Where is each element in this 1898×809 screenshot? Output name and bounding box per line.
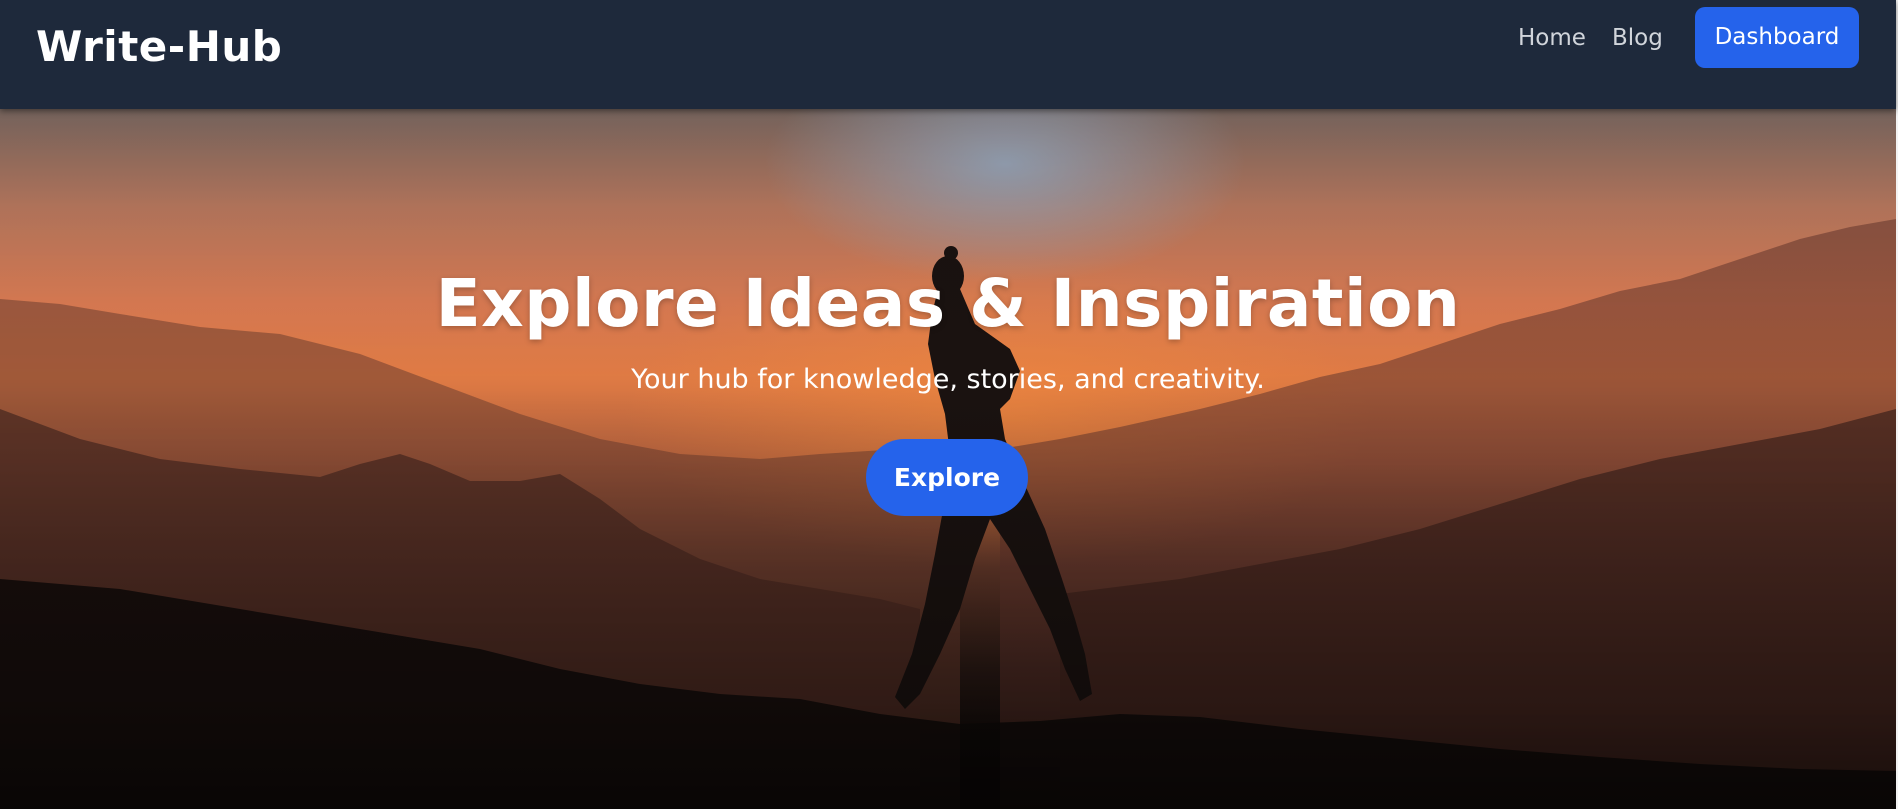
nav-link-blog[interactable]: Blog xyxy=(1612,25,1663,51)
dashboard-button[interactable]: Dashboard xyxy=(1695,7,1859,68)
hero-title: Explore Ideas & Inspiration xyxy=(435,265,1461,342)
page: Write-Hub Home Blog Dashboard Explore Id… xyxy=(0,0,1898,809)
explore-button[interactable]: Explore xyxy=(866,439,1028,516)
brand-logo[interactable]: Write-Hub xyxy=(36,22,282,71)
hero-subtitle: Your hub for knowledge, stories, and cre… xyxy=(631,364,1265,395)
hero-section: Explore Ideas & Inspiration Your hub for… xyxy=(0,109,1896,809)
navbar: Write-Hub Home Blog Dashboard xyxy=(0,0,1896,109)
nav-link-home[interactable]: Home xyxy=(1518,25,1586,51)
